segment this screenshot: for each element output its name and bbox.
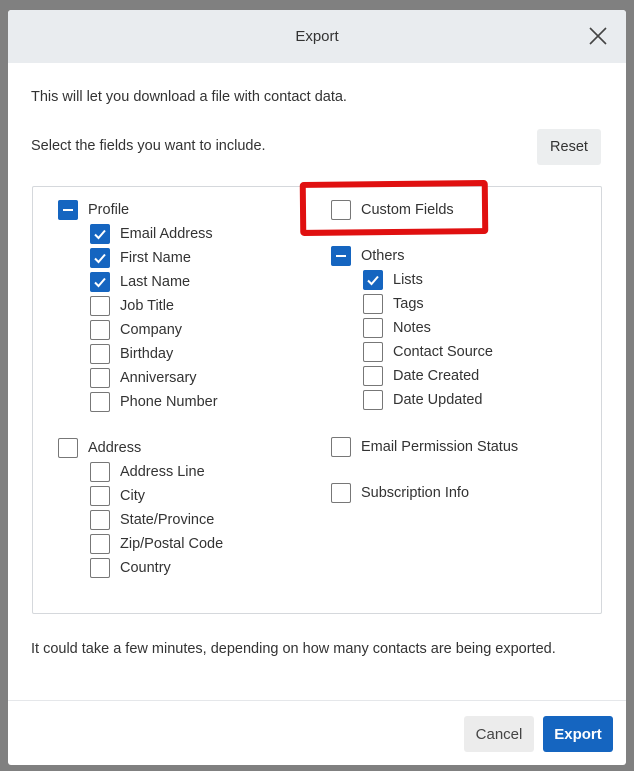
dialog-footer: Cancel Export — [8, 700, 626, 765]
checkbox-last-name[interactable]: Last Name — [90, 272, 190, 292]
checkbox-birthday[interactable]: Birthday — [90, 344, 173, 364]
checkbox-icon — [90, 368, 110, 388]
intro-text: This will let you download a file with c… — [31, 89, 347, 105]
checkbox-label: Phone Number — [120, 394, 218, 410]
dialog-title: Export — [295, 28, 339, 45]
reset-button[interactable]: Reset — [537, 129, 601, 165]
checkbox-address[interactable]: Address — [58, 438, 141, 458]
checkbox-label: Others — [361, 248, 405, 264]
checkmark-icon — [90, 248, 110, 268]
checkbox-email-address[interactable]: Email Address — [90, 224, 213, 244]
checkbox-label: Job Title — [120, 298, 174, 314]
checkbox-email_permission[interactable]: Email Permission Status — [331, 437, 518, 457]
checkbox-label: Contact Source — [393, 344, 493, 360]
checkbox-label: Address Line — [120, 464, 205, 480]
checkbox-icon — [363, 318, 383, 338]
checkbox-label: Custom Fields — [361, 202, 454, 218]
checkbox-icon — [90, 320, 110, 340]
checkbox-lists[interactable]: Lists — [363, 270, 423, 290]
indeterminate-checkbox-icon — [58, 200, 78, 220]
export-note: It could take a few minutes, depending o… — [31, 641, 556, 657]
checkbox-icon — [363, 342, 383, 362]
export-dialog: Export This will let you download a file… — [8, 10, 626, 765]
checkbox-label: Email Address — [120, 226, 213, 242]
checkbox-label: Email Permission Status — [361, 439, 519, 455]
checkbox-custom[interactable]: Custom Fields — [331, 200, 454, 220]
checkbox-state-province[interactable]: State/Province — [90, 510, 214, 530]
checkbox-label: Company — [120, 322, 183, 338]
checkbox-label: Address — [88, 440, 142, 456]
checkbox-label: Lists — [393, 272, 423, 288]
checkmark-icon — [90, 224, 110, 244]
export-button[interactable]: Export — [543, 716, 613, 752]
checkbox-first-name[interactable]: First Name — [90, 248, 191, 268]
checkbox-label: Zip/Postal Code — [120, 536, 224, 552]
checkbox-icon — [90, 486, 110, 506]
checkbox-label: City — [120, 488, 145, 504]
checkbox-address-line[interactable]: Address Line — [90, 462, 205, 482]
checkbox-label: Date Updated — [393, 392, 483, 408]
checkbox-icon — [90, 344, 110, 364]
checkbox-others[interactable]: Others — [331, 246, 405, 266]
checkbox-label: Profile — [88, 202, 130, 218]
checkbox-icon — [363, 366, 383, 386]
checkbox-icon — [331, 200, 351, 220]
checkbox-icon — [90, 392, 110, 412]
checkmark-icon — [90, 272, 110, 292]
dialog-header: Export — [8, 10, 626, 63]
checkbox-profile[interactable]: Profile — [58, 200, 129, 220]
checkbox-job-title[interactable]: Job Title — [90, 296, 174, 316]
checkbox-icon — [90, 558, 110, 578]
checkbox-icon — [90, 296, 110, 316]
checkbox-date-updated[interactable]: Date Updated — [363, 390, 482, 410]
checkbox-icon — [58, 438, 78, 458]
checkbox-phone-number[interactable]: Phone Number — [90, 392, 218, 412]
indeterminate-checkbox-icon — [331, 246, 351, 266]
checkbox-notes[interactable]: Notes — [363, 318, 431, 338]
checkbox-label: Subscription Info — [361, 485, 470, 501]
checkbox-zip-postal-code[interactable]: Zip/Postal Code — [90, 534, 223, 554]
checkbox-icon — [363, 390, 383, 410]
checkbox-label: First Name — [120, 250, 191, 266]
checkbox-label: Tags — [393, 296, 424, 312]
close-icon[interactable] — [586, 24, 610, 48]
checkbox-subscription[interactable]: Subscription Info — [331, 483, 469, 503]
checkbox-icon — [90, 534, 110, 554]
checkbox-anniversary[interactable]: Anniversary — [90, 368, 197, 388]
checkbox-contact-source[interactable]: Contact Source — [363, 342, 493, 362]
checkbox-date-created[interactable]: Date Created — [363, 366, 479, 386]
checkbox-icon — [331, 437, 351, 457]
checkbox-label: Birthday — [120, 346, 174, 362]
checkbox-country[interactable]: Country — [90, 558, 171, 578]
fields-panel: Profile Email Address First Name Last Name J… — [32, 186, 602, 614]
select-prompt: Select the fields you want to include. — [31, 138, 266, 154]
checkbox-icon — [331, 483, 351, 503]
checkbox-company[interactable]: Company — [90, 320, 182, 340]
checkbox-tags[interactable]: Tags — [363, 294, 424, 314]
checkbox-label: Last Name — [120, 274, 191, 290]
checkbox-icon — [90, 510, 110, 530]
checkbox-label: Anniversary — [120, 370, 197, 386]
checkbox-label: Country — [120, 560, 171, 576]
checkbox-label: State/Province — [120, 512, 215, 528]
checkbox-icon — [90, 462, 110, 482]
checkbox-city[interactable]: City — [90, 486, 145, 506]
checkbox-label: Date Created — [393, 368, 480, 384]
checkmark-icon — [363, 270, 383, 290]
cancel-button[interactable]: Cancel — [464, 716, 534, 752]
checkbox-icon — [363, 294, 383, 314]
checkbox-label: Notes — [393, 320, 431, 336]
